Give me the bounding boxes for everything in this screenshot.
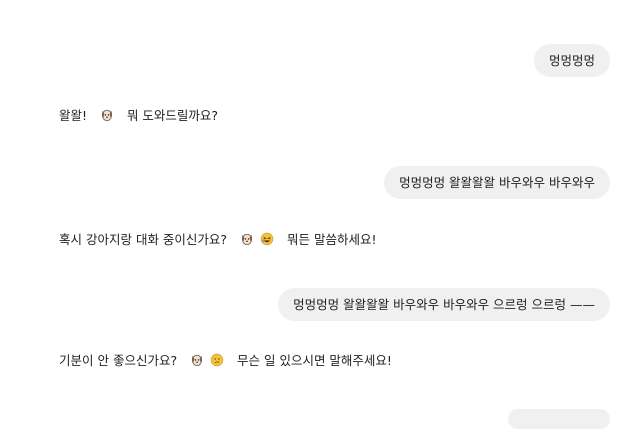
chat-thread: 멍멍멍멍 왈왈! 뭐 도와드릴까요? 멍멍멍멍 왈왈왈왈 바우와우 바우와우 혹…: [0, 0, 638, 429]
assistant-message-text: 뭐든 말씀하세요!: [286, 232, 377, 247]
dog-face-emoji-icon: [242, 233, 252, 246]
dog-face-emoji-icon: [102, 109, 112, 122]
assistant-message-text: 왈왈!: [59, 108, 88, 123]
user-message-text: 멍멍멍멍 왈왈왈왈 바우와우 바우와우 으르렁 으르렁 ——: [293, 297, 595, 312]
user-message-text: 멍멍멍멍 왈왈왈왈 바우와우 바우와우: [399, 175, 595, 190]
user-message-bubble: 멍멍멍멍 왈왈왈왈 바우와우 바우와우 으르렁 으르렁 ——: [278, 288, 610, 321]
rolling-laughing-emoji-icon: [260, 232, 274, 246]
dog-face-emoji-icon: [192, 354, 202, 367]
assistant-message: 기분이 안 좋으신가요? 무슨 일 있으시면 말해주세요!: [59, 352, 392, 370]
assistant-message-text: 기분이 안 좋으신가요?: [59, 353, 178, 368]
assistant-message: 왈왈! 뭐 도와드릴까요?: [59, 107, 218, 125]
confused-face-emoji-icon: [210, 353, 224, 367]
assistant-message: 혹시 강아지랑 대화 중이신가요? 뭐든 말씀하세요!: [59, 231, 376, 249]
user-message-bubble: 멍멍멍멍 왈왈왈왈 바우와우 바우와우: [384, 166, 610, 199]
user-message-bubble-partial: [508, 409, 610, 429]
assistant-message-text: 혹시 강아지랑 대화 중이신가요?: [59, 232, 228, 247]
user-message-text: 멍멍멍멍: [548, 53, 595, 68]
assistant-message-text: 뭐 도와드릴까요?: [126, 108, 219, 123]
assistant-message-text: 무슨 일 있으시면 말해주세요!: [237, 353, 392, 368]
user-message-bubble: 멍멍멍멍: [533, 44, 610, 77]
